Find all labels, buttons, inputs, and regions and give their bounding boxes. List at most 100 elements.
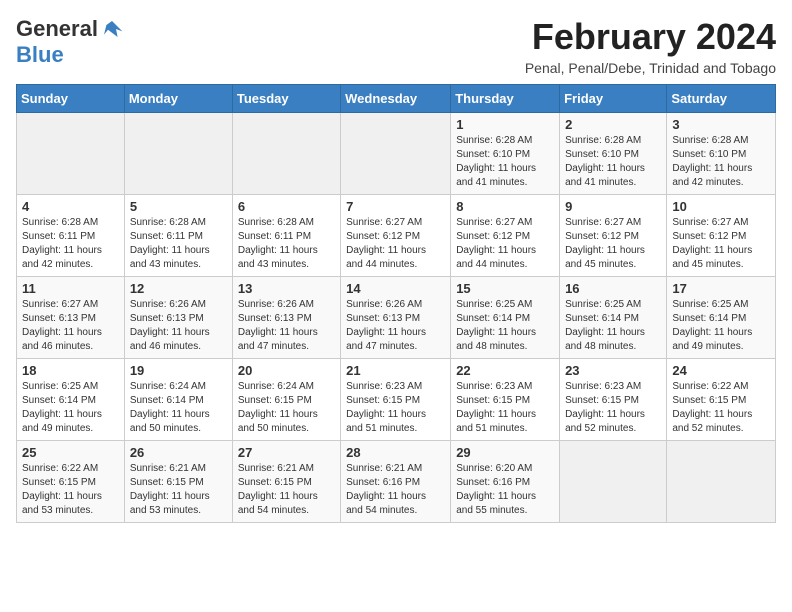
calendar-cell: 12 Sunrise: 6:26 AM Sunset: 6:13 PM Dayli… — [124, 277, 232, 359]
weekday-header-friday: Friday — [560, 85, 667, 113]
calendar-cell: 15 Sunrise: 6:25 AM Sunset: 6:14 PM Dayli… — [451, 277, 560, 359]
day-info: Sunrise: 6:20 AM Sunset: 6:16 PM Dayligh… — [456, 462, 554, 518]
calendar-table: SundayMondayTuesdayWednesdayThursdayFrid… — [16, 84, 776, 523]
day-info: Sunrise: 6:26 AM Sunset: 6:13 PM Dayligh… — [238, 298, 335, 354]
calendar-cell: 18 Sunrise: 6:25 AM Sunset: 6:14 PM Dayli… — [17, 359, 125, 441]
day-info: Sunrise: 6:21 AM Sunset: 6:16 PM Dayligh… — [346, 462, 445, 518]
title-area: February 2024 Penal, Penal/Debe, Trinida… — [525, 16, 776, 76]
calendar-cell: 21Sunrise: 6:23 AM Sunset: 6:15 PM Dayli… — [341, 359, 451, 441]
day-number: 10 — [672, 199, 770, 214]
day-number: 5 — [130, 199, 227, 214]
day-info: Sunrise: 6:24 AM Sunset: 6:15 PM Dayligh… — [238, 380, 335, 436]
day-number: 27 — [238, 445, 335, 460]
day-info: Sunrise: 6:28 AM Sunset: 6:11 PM Dayligh… — [22, 216, 119, 272]
day-info: Sunrise: 6:27 AM Sunset: 6:13 PM Dayligh… — [22, 298, 119, 354]
day-number: 4 — [22, 199, 119, 214]
calendar-cell: 6 Sunrise: 6:28 AM Sunset: 6:11 PM Daylig… — [232, 195, 340, 277]
day-info: Sunrise: 6:27 AM Sunset: 6:12 PM Dayligh… — [565, 216, 661, 272]
day-number: 18 — [22, 363, 119, 378]
calendar-cell — [17, 113, 125, 195]
day-info: Sunrise: 6:23 AM Sunset: 6:15 PM Dayligh… — [565, 380, 661, 436]
calendar-cell: 2 Sunrise: 6:28 AM Sunset: 6:10 PM Daylig… — [560, 113, 667, 195]
calendar-cell — [124, 113, 232, 195]
calendar-cell: 10 Sunrise: 6:27 AM Sunset: 6:12 PM Dayli… — [667, 195, 776, 277]
calendar-cell: 1 Sunrise: 6:28 AM Sunset: 6:10 PM Daylig… — [451, 113, 560, 195]
calendar-cell: 8 Sunrise: 6:27 AM Sunset: 6:12 PM Daylig… — [451, 195, 560, 277]
calendar-cell — [560, 441, 667, 523]
calendar-cell: 24 Sunrise: 6:22 AM Sunset: 6:15 PM Dayli… — [667, 359, 776, 441]
day-info: Sunrise: 6:26 AM Sunset: 6:13 PM Dayligh… — [130, 298, 227, 354]
day-number: 14 — [346, 281, 445, 296]
calendar-week-row: 25 Sunrise: 6:22 AM Sunset: 6:15 PM Dayli… — [17, 441, 776, 523]
day-info: Sunrise: 6:23 AM Sunset: 6:15 PM Dayligh… — [456, 380, 554, 436]
day-number: 15 — [456, 281, 554, 296]
calendar-cell: 14 Sunrise: 6:26 AM Sunset: 6:13 PM Dayli… — [341, 277, 451, 359]
day-number: 24 — [672, 363, 770, 378]
day-info: Sunrise: 6:28 AM Sunset: 6:10 PM Dayligh… — [565, 134, 661, 190]
calendar-cell: 25 Sunrise: 6:22 AM Sunset: 6:15 PM Dayli… — [17, 441, 125, 523]
day-number: 29 — [456, 445, 554, 460]
calendar-cell: 11Sunrise: 6:27 AM Sunset: 6:13 PM Dayli… — [17, 277, 125, 359]
calendar-cell: 3 Sunrise: 6:28 AM Sunset: 6:10 PM Daylig… — [667, 113, 776, 195]
day-number: 3 — [672, 117, 770, 132]
day-number: 6 — [238, 199, 335, 214]
day-info: Sunrise: 6:28 AM Sunset: 6:11 PM Dayligh… — [130, 216, 227, 272]
day-number: 17 — [672, 281, 770, 296]
calendar-cell — [232, 113, 340, 195]
day-info: Sunrise: 6:27 AM Sunset: 6:12 PM Dayligh… — [672, 216, 770, 272]
day-number: 7 — [346, 199, 445, 214]
day-info: Sunrise: 6:25 AM Sunset: 6:14 PM Dayligh… — [22, 380, 119, 436]
logo-general-text: General — [16, 16, 98, 42]
day-number: 8 — [456, 199, 554, 214]
calendar-cell — [341, 113, 451, 195]
day-number: 28 — [346, 445, 445, 460]
day-number: 16 — [565, 281, 661, 296]
day-info: Sunrise: 6:22 AM Sunset: 6:15 PM Dayligh… — [672, 380, 770, 436]
logo: General Blue — [16, 16, 124, 68]
calendar-cell: 23Sunrise: 6:23 AM Sunset: 6:15 PM Dayli… — [560, 359, 667, 441]
day-info: Sunrise: 6:28 AM Sunset: 6:10 PM Dayligh… — [672, 134, 770, 190]
day-number: 22 — [456, 363, 554, 378]
weekday-header-sunday: Sunday — [17, 85, 125, 113]
day-number: 9 — [565, 199, 661, 214]
calendar-week-row: 18 Sunrise: 6:25 AM Sunset: 6:14 PM Dayli… — [17, 359, 776, 441]
day-number: 1 — [456, 117, 554, 132]
weekday-header-tuesday: Tuesday — [232, 85, 340, 113]
calendar-cell: 13 Sunrise: 6:26 AM Sunset: 6:13 PM Dayli… — [232, 277, 340, 359]
calendar-cell: 26 Sunrise: 6:21 AM Sunset: 6:15 PM Dayli… — [124, 441, 232, 523]
day-info: Sunrise: 6:21 AM Sunset: 6:15 PM Dayligh… — [130, 462, 227, 518]
day-info: Sunrise: 6:25 AM Sunset: 6:14 PM Dayligh… — [456, 298, 554, 354]
day-number: 25 — [22, 445, 119, 460]
calendar-cell: 17 Sunrise: 6:25 AM Sunset: 6:14 PM Dayli… — [667, 277, 776, 359]
calendar-cell: 20 Sunrise: 6:24 AM Sunset: 6:15 PM Dayli… — [232, 359, 340, 441]
day-number: 2 — [565, 117, 661, 132]
day-info: Sunrise: 6:27 AM Sunset: 6:12 PM Dayligh… — [456, 216, 554, 272]
calendar-cell: 29 Sunrise: 6:20 AM Sunset: 6:16 PM Dayli… — [451, 441, 560, 523]
header: General Blue February 2024 Penal, Penal/… — [16, 16, 776, 76]
logo-bird-icon — [100, 17, 124, 41]
calendar-cell: 28 Sunrise: 6:21 AM Sunset: 6:16 PM Dayli… — [341, 441, 451, 523]
day-info: Sunrise: 6:24 AM Sunset: 6:14 PM Dayligh… — [130, 380, 227, 436]
day-number: 13 — [238, 281, 335, 296]
day-info: Sunrise: 6:27 AM Sunset: 6:12 PM Dayligh… — [346, 216, 445, 272]
day-info: Sunrise: 6:26 AM Sunset: 6:13 PM Dayligh… — [346, 298, 445, 354]
weekday-header-saturday: Saturday — [667, 85, 776, 113]
day-info: Sunrise: 6:25 AM Sunset: 6:14 PM Dayligh… — [672, 298, 770, 354]
calendar-cell: 7 Sunrise: 6:27 AM Sunset: 6:12 PM Daylig… — [341, 195, 451, 277]
day-info: Sunrise: 6:23 AM Sunset: 6:15 PM Dayligh… — [346, 380, 445, 436]
month-title: February 2024 — [525, 16, 776, 58]
calendar-cell: 27Sunrise: 6:21 AM Sunset: 6:15 PM Dayli… — [232, 441, 340, 523]
calendar-cell: 4 Sunrise: 6:28 AM Sunset: 6:11 PM Daylig… — [17, 195, 125, 277]
day-number: 12 — [130, 281, 227, 296]
day-number: 19 — [130, 363, 227, 378]
day-info: Sunrise: 6:22 AM Sunset: 6:15 PM Dayligh… — [22, 462, 119, 518]
calendar-cell: 9 Sunrise: 6:27 AM Sunset: 6:12 PM Daylig… — [560, 195, 667, 277]
day-info: Sunrise: 6:28 AM Sunset: 6:10 PM Dayligh… — [456, 134, 554, 190]
day-info: Sunrise: 6:28 AM Sunset: 6:11 PM Dayligh… — [238, 216, 335, 272]
calendar-cell: 5 Sunrise: 6:28 AM Sunset: 6:11 PM Daylig… — [124, 195, 232, 277]
day-number: 26 — [130, 445, 227, 460]
day-number: 20 — [238, 363, 335, 378]
calendar-week-row: 4 Sunrise: 6:28 AM Sunset: 6:11 PM Daylig… — [17, 195, 776, 277]
calendar-cell — [667, 441, 776, 523]
location-subtitle: Penal, Penal/Debe, Trinidad and Tobago — [525, 60, 776, 76]
